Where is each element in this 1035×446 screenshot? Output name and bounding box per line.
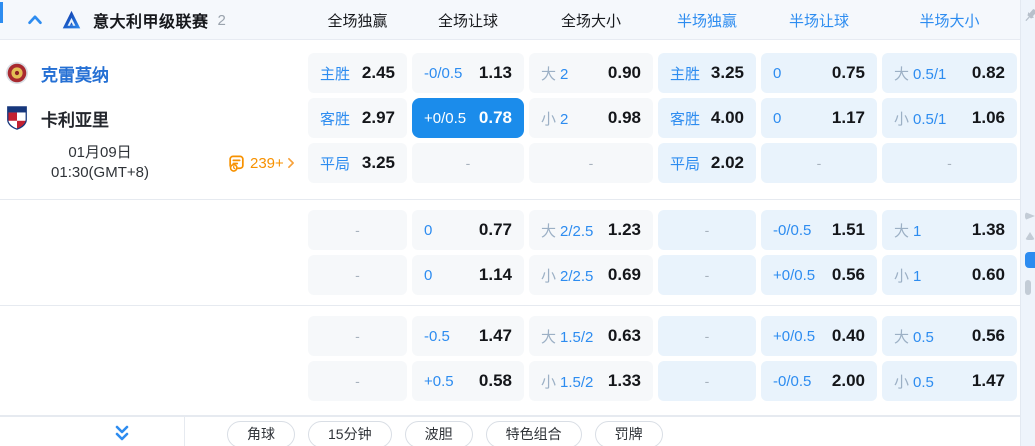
empty-odds-cell: - xyxy=(882,143,1017,183)
league-icon xyxy=(62,10,81,28)
odds-cell[interactable]: 0 0.77 xyxy=(412,210,524,250)
league-title: 意大利甲级联赛 xyxy=(93,14,209,31)
empty-odds-cell: - xyxy=(658,255,756,295)
market-button[interactable]: 15分钟 xyxy=(308,420,392,446)
match-date: 01月09日 xyxy=(68,144,132,161)
empty-odds-cell: - xyxy=(308,255,407,295)
chevron-right-icon xyxy=(287,157,294,169)
market-button[interactable]: 波胆 xyxy=(404,420,473,446)
odds-cell[interactable]: 0 0.75 xyxy=(761,53,877,93)
odds-cell[interactable]: 小 2 0.98 xyxy=(529,98,653,138)
pin-icon[interactable] xyxy=(1022,7,1035,24)
odds-cell[interactable]: 0 1.17 xyxy=(761,98,877,138)
odds-row-home: 克雷莫纳 主胜 2.45 -0/0.5 1.13 大 2 0.90 主胜 3.25 0 0.75 大 0… xyxy=(0,53,1035,93)
odds-row: -0 0.77 大 2/2.5 1.23- -0/0.5 1.51 大 1 1.38 xyxy=(0,210,1035,250)
match-meta: 01月09日 01:30(GMT+8) 239+ xyxy=(0,143,303,183)
odds-cell[interactable]: 大 1 1.38 xyxy=(882,210,1017,250)
odds-cell[interactable]: -0.5 1.47 xyxy=(412,316,524,356)
away-team[interactable]: 卡利亚里 xyxy=(0,98,303,138)
column-header: 半场独赢 xyxy=(676,12,737,30)
empty-odds-cell: - xyxy=(658,316,756,356)
odds-row: - +0.5 0.58 小 1.5/2 1.33- -0/0.5 2.00 小 0.5 1.47 xyxy=(0,361,1035,401)
secondary-odds-block: -0 0.77 大 2/2.5 1.23- -0/0.5 1.51 大 1 1.38 -0 1.14… xyxy=(0,200,1035,305)
row-spacer xyxy=(0,316,303,356)
side-strip xyxy=(1020,0,1035,446)
odds-cell[interactable]: +0.5 0.58 xyxy=(412,361,524,401)
extra-markets-bar: 角球 15分钟 波胆 特色组合 罚牌 xyxy=(0,416,1035,446)
odds-cell[interactable]: 大 1.5/2 0.63 xyxy=(529,316,653,356)
odds-cell[interactable]: -0/0.5 1.13 xyxy=(412,53,524,93)
side-toolbar-fragment[interactable] xyxy=(1025,280,1031,295)
column-header: 半场让球 xyxy=(788,12,849,30)
side-toolbar-fragment[interactable] xyxy=(1025,252,1035,268)
odds-cell[interactable]: 平局 2.02 xyxy=(658,143,756,183)
odds-cell[interactable]: 小 0.5/1 1.06 xyxy=(882,98,1017,138)
market-buttons: 角球 15分钟 波胆 特色组合 罚牌 xyxy=(227,420,663,446)
odds-cell[interactable]: 小 1 0.60 xyxy=(882,255,1017,295)
odds-cell[interactable]: 主胜 3.25 xyxy=(658,53,756,93)
column-header: 全场独赢 xyxy=(327,12,388,30)
more-markets-count: 239+ xyxy=(250,154,284,172)
collapse-chevron-icon[interactable] xyxy=(26,11,44,29)
away-team-name: 卡利亚里 xyxy=(41,110,109,130)
odds-cell[interactable]: 平局 3.25 xyxy=(308,143,407,183)
odds-row-away: 卡利亚里 客胜 2.97 +0/0.5 0.78 小 2 0.98 客胜 4.00 0 1.17 小 0… xyxy=(0,98,1035,138)
empty-odds-cell: - xyxy=(412,143,524,183)
footer-divider-line xyxy=(184,417,185,446)
market-button[interactable]: 特色组合 xyxy=(485,420,582,446)
home-team-crest-icon xyxy=(6,62,28,84)
empty-odds-cell: - xyxy=(308,361,407,401)
tertiary-odds-block: - -0.5 1.47 大 1.5/2 0.63- +0/0.5 0.40 大 0.5 0.56 -… xyxy=(0,306,1035,415)
empty-odds-cell: - xyxy=(529,143,653,183)
odds-cell[interactable]: 客胜 4.00 xyxy=(658,98,756,138)
row-spacer xyxy=(0,361,303,401)
match-time: 01:30(GMT+8) xyxy=(51,164,149,181)
odds-cell[interactable]: 大 0.5 0.56 xyxy=(882,316,1017,356)
odds-cell[interactable]: 0 1.14 xyxy=(412,255,524,295)
match-count: 2 xyxy=(217,11,226,29)
empty-odds-cell: - xyxy=(658,361,756,401)
empty-odds-cell: - xyxy=(761,143,877,183)
odds-cell[interactable]: +0/0.5 0.40 xyxy=(761,316,877,356)
odds-cell[interactable]: 主胜 2.45 xyxy=(308,53,407,93)
empty-odds-cell: - xyxy=(308,316,407,356)
odds-table: 意大利甲级联赛 2 全场独赢 全场让球 全场大小 半场独赢 半场让球 半场大小 克雷莫纳 … xyxy=(0,0,1035,446)
odds-row: - -0.5 1.47 大 1.5/2 0.63- +0/0.5 0.40 大 0.5 0.56 xyxy=(0,316,1035,356)
match-block: 克雷莫纳 主胜 2.45 -0/0.5 1.13 大 2 0.90 主胜 3.25 0 0.75 大 0… xyxy=(0,45,1035,199)
odds-row-draw: 01月09日 01:30(GMT+8) 239+ 平局 3.25- - 平局 2.02-… xyxy=(0,143,1035,183)
odds-cell[interactable]: +0/0.5 0.78 xyxy=(412,98,524,138)
odds-cell[interactable]: 客胜 2.97 xyxy=(308,98,407,138)
odds-cell[interactable]: 小 1.5/2 1.33 xyxy=(529,361,653,401)
column-header: 全场大小 xyxy=(560,12,621,30)
odds-cell[interactable]: +0/0.5 0.56 xyxy=(761,255,877,295)
table-header: 意大利甲级联赛 2 全场独赢 全场让球 全场大小 半场独赢 半场让球 半场大小 xyxy=(0,0,1035,40)
markets-list-icon xyxy=(229,155,244,172)
expand-more-icon[interactable] xyxy=(112,424,132,444)
column-header: 半场大小 xyxy=(919,12,980,30)
selected-edge-accent xyxy=(0,2,3,23)
match-datetime: 01月09日 01:30(GMT+8) xyxy=(5,143,195,183)
league-header: 意大利甲级联赛 2 xyxy=(0,0,303,40)
empty-odds-cell: - xyxy=(658,210,756,250)
away-team-crest-icon xyxy=(7,106,27,130)
home-team[interactable]: 克雷莫纳 xyxy=(0,53,303,93)
odds-cell[interactable]: 大 0.5/1 0.82 xyxy=(882,53,1017,93)
odds-cell[interactable]: 大 2 0.90 xyxy=(529,53,653,93)
more-markets-link[interactable]: 239+ xyxy=(227,154,298,173)
row-spacer xyxy=(0,255,303,295)
market-button[interactable]: 角球 xyxy=(227,420,295,446)
odds-row: -0 1.14 小 2/2.5 0.69- +0/0.5 0.56 小 1 0.60 xyxy=(0,255,1035,295)
odds-cell[interactable]: 小 2/2.5 0.69 xyxy=(529,255,653,295)
odds-cell[interactable]: -0/0.5 1.51 xyxy=(761,210,877,250)
market-button[interactable]: 罚牌 xyxy=(594,420,663,446)
row-spacer xyxy=(0,210,303,250)
side-toolbar-fragment[interactable] xyxy=(1025,232,1035,240)
side-toolbar-fragment[interactable] xyxy=(1025,212,1035,220)
empty-odds-cell: - xyxy=(308,210,407,250)
odds-cell[interactable]: -0/0.5 2.00 xyxy=(761,361,877,401)
odds-cell[interactable]: 小 0.5 1.47 xyxy=(882,361,1017,401)
odds-cell[interactable]: 大 2/2.5 1.23 xyxy=(529,210,653,250)
column-header: 全场让球 xyxy=(437,12,498,30)
home-team-name: 克雷莫纳 xyxy=(41,65,109,85)
